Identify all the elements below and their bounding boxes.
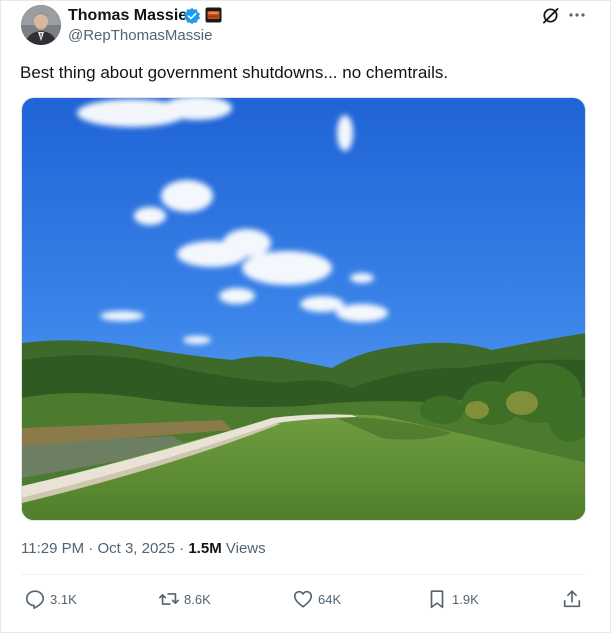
like-button[interactable]: 64K xyxy=(292,584,341,614)
bookmark-icon xyxy=(430,590,444,609)
views-label: Views xyxy=(225,540,266,557)
action-bar: 3.1K 8.6K 64K 1.9K xyxy=(0,584,611,614)
flag-icon[interactable] xyxy=(205,7,222,23)
grok-icon[interactable] xyxy=(541,6,560,25)
tweet-photo[interactable] xyxy=(21,97,586,521)
divider xyxy=(21,574,586,575)
repost-button[interactable]: 8.6K xyxy=(158,584,211,614)
reply-icon xyxy=(25,590,45,609)
heart-icon xyxy=(293,590,313,608)
repost-icon xyxy=(159,593,179,605)
tweet-date[interactable]: Oct 3, 2025 xyxy=(97,540,175,557)
tweet-text: Best thing about government shutdowns...… xyxy=(20,63,449,82)
bookmark-count: 1.9K xyxy=(452,591,479,607)
share-button[interactable] xyxy=(561,584,583,614)
meta-separator: · xyxy=(179,540,185,557)
verified-badge-icon xyxy=(183,7,201,25)
reply-count: 3.1K xyxy=(50,591,77,607)
meta-separator: · xyxy=(88,540,94,557)
like-count: 64K xyxy=(318,591,342,607)
author-handle[interactable]: @RepThomasMassie xyxy=(68,26,212,45)
author-name[interactable]: Thomas Massie xyxy=(68,6,187,26)
share-icon xyxy=(563,590,581,608)
repost-count: 8.6K xyxy=(184,591,211,607)
more-icon[interactable] xyxy=(568,8,586,22)
tweet-meta: 11:29 PM · Oct 3, 2025 · 1.5M Views xyxy=(21,539,266,558)
bookmark-button[interactable]: 1.9K xyxy=(426,584,479,614)
avatar[interactable] xyxy=(21,5,61,45)
tweet-time[interactable]: 11:29 PM xyxy=(21,540,84,557)
views-count: 1.5M xyxy=(188,540,222,557)
reply-button[interactable]: 3.1K xyxy=(24,584,77,614)
